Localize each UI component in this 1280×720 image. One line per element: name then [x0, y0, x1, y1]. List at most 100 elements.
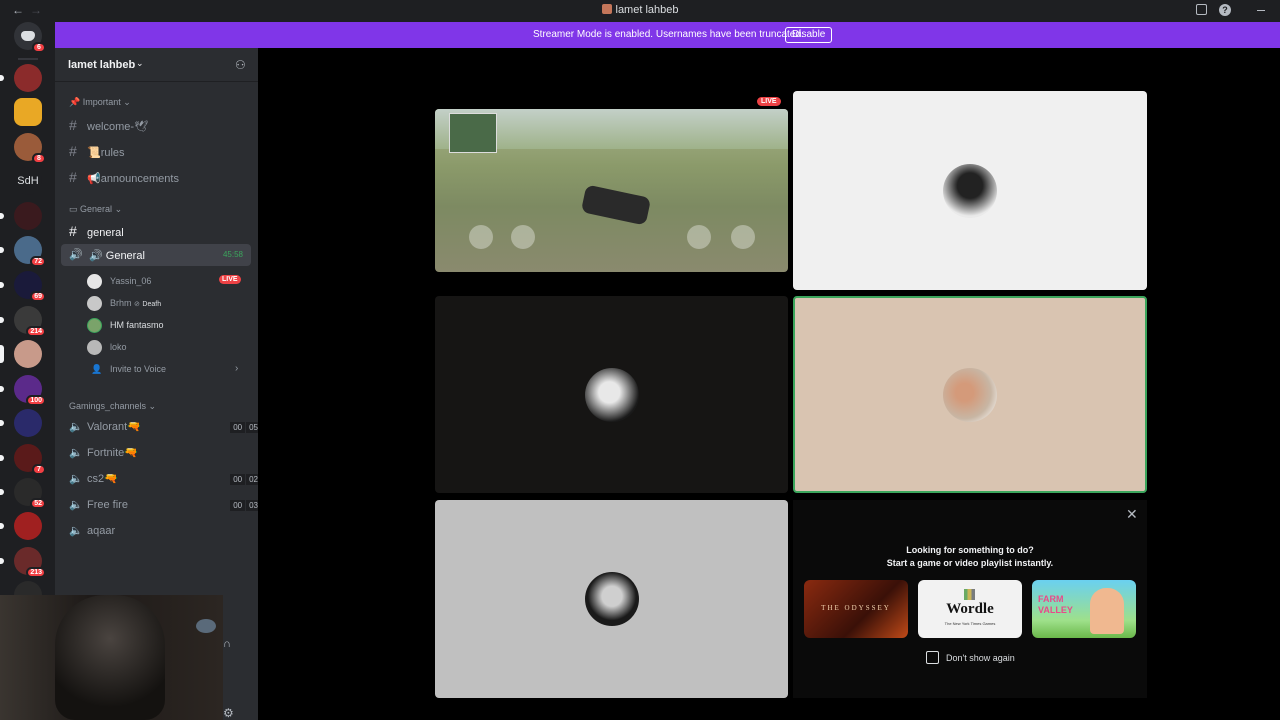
- window-title: lamet lahbeb: [0, 4, 1280, 16]
- close-icon[interactable]: ✕: [1126, 506, 1138, 523]
- server-badge: 52: [30, 498, 46, 509]
- inbox-icon[interactable]: [1196, 4, 1207, 15]
- unread-pill: [0, 489, 4, 495]
- channel-fortnite[interactable]: 🔈 Fortnite🔫: [69, 446, 138, 459]
- category-general[interactable]: ▭ General ⌄: [69, 204, 122, 215]
- deafened-icon: ⊘: [134, 301, 140, 308]
- channel-rules[interactable]: # 📜rules: [69, 143, 125, 159]
- channel-welcome[interactable]: # welcome-🕊: [69, 117, 148, 133]
- live-badge: LIVE: [757, 97, 781, 106]
- channel-general-text[interactable]: # general: [69, 223, 124, 239]
- participant-tile[interactable]: [435, 296, 788, 493]
- speaker-icon: 🔈: [69, 421, 83, 433]
- speaker-locked-icon: 🔈: [69, 525, 83, 537]
- pin-icon: 📌: [69, 97, 81, 107]
- server-divider: [18, 58, 38, 60]
- activity-card-wordle[interactable]: Wordle The New York Times Games: [918, 580, 1022, 638]
- channel-cs2[interactable]: 🔈 cs2🔫 00 02: [69, 472, 261, 485]
- participant-tile[interactable]: [435, 500, 788, 698]
- server-icon-6[interactable]: 72: [0, 236, 46, 267]
- unread-pill: [0, 247, 4, 253]
- participant-tile-speaking[interactable]: [793, 296, 1147, 493]
- activity-card-farm[interactable]: FARM VALLEY: [1032, 580, 1136, 638]
- category-gaming[interactable]: Gamings_channels ⌄: [69, 401, 156, 412]
- discord-logo-icon: [21, 31, 35, 41]
- avatar: [943, 163, 997, 218]
- settings-gear-icon[interactable]: ⚙: [223, 706, 234, 720]
- voice-channel-label: 🔊 General: [89, 250, 145, 262]
- minimize-icon[interactable]: [1257, 10, 1265, 11]
- server-icon-1[interactable]: [0, 64, 42, 92]
- server-header[interactable]: lamet lahbeb ⌄ ⚇: [55, 48, 258, 82]
- server-icon-10[interactable]: 100: [0, 375, 46, 406]
- game-control-crouch: [687, 225, 711, 249]
- headphones-icon[interactable]: ∩: [223, 638, 231, 650]
- unread-pill: [0, 386, 4, 392]
- server-emoji-icon: [601, 4, 612, 14]
- activity-subtitle: Start a game or video playlist instantly…: [886, 558, 1054, 568]
- server-badge: 69: [30, 291, 46, 302]
- chevron-down-icon: ⌄: [136, 58, 144, 68]
- server-icon-15[interactable]: 213: [0, 547, 46, 578]
- hash-icon: #: [69, 143, 77, 159]
- server-icon-5[interactable]: [0, 202, 42, 230]
- game-control-left: [469, 225, 493, 249]
- server-icon-2[interactable]: [14, 98, 42, 126]
- streamer-mode-message: Streamer Mode is enabled. Usernames have…: [533, 29, 804, 40]
- checkbox-label: Don't show again: [946, 653, 1015, 663]
- server-icon-3[interactable]: 8: [14, 133, 46, 164]
- hash-icon: #: [69, 117, 77, 133]
- server-icon-8[interactable]: 214: [0, 306, 46, 337]
- speaker-icon: 🔈: [69, 447, 83, 459]
- unread-pill: [0, 317, 4, 323]
- help-icon[interactable]: ?: [1219, 4, 1231, 16]
- selected-pill: [0, 345, 4, 363]
- disable-streamer-mode-button[interactable]: Disable: [785, 27, 833, 43]
- stream-tile[interactable]: [435, 109, 788, 272]
- server-icon-sdh[interactable]: SdH: [14, 167, 42, 195]
- server-icon-9[interactable]: [0, 340, 42, 368]
- server-icon-12[interactable]: 7: [0, 444, 46, 475]
- checkbox[interactable]: [926, 651, 939, 664]
- user-count: 00 05: [229, 422, 261, 433]
- chevron-right-icon: ›: [235, 363, 239, 374]
- category-important[interactable]: 📌 Important ⌄: [69, 97, 131, 108]
- avatar: [87, 318, 102, 333]
- avatar: [87, 296, 102, 311]
- user-count: 00 03: [229, 500, 261, 511]
- channel-announcements[interactable]: # 📢announcements: [69, 169, 179, 185]
- speaker-icon: 🔈: [69, 473, 83, 485]
- channel-aqaar[interactable]: 🔈 aqaar: [69, 524, 115, 537]
- participant-tile[interactable]: [793, 91, 1147, 290]
- streamer-mode-banner: Streamer Mode is enabled. Usernames have…: [55, 22, 1280, 48]
- channel-freefire[interactable]: 🔈 Free fire 00 03: [69, 498, 261, 511]
- server-badge: 72: [30, 256, 46, 267]
- game-subtitle: The New York Times Games: [944, 621, 996, 626]
- minimap: [449, 113, 497, 153]
- server-badge: 8: [32, 153, 46, 164]
- server-badge: 214: [26, 326, 46, 337]
- live-badge: LIVE: [219, 275, 241, 284]
- voice-call-area: LIVE ✕ Looking for something to do? Star…: [258, 48, 1280, 720]
- activity-card-odyssey[interactable]: THE ODYSSEY: [804, 580, 908, 638]
- channel-valorant[interactable]: 🔈 Valorant🔫 00 05: [69, 420, 261, 433]
- car: [580, 184, 652, 226]
- hash-icon: #: [69, 223, 77, 239]
- server-icon-7[interactable]: 69: [0, 271, 46, 302]
- keyboard-icon: ▭: [69, 204, 78, 214]
- discord-home-button[interactable]: 6: [14, 22, 46, 53]
- window-titlebar: ← → lamet lahbeb ?: [0, 0, 1280, 22]
- add-friend-icon[interactable]: ⚇: [235, 58, 246, 72]
- unread-pill: [0, 282, 4, 288]
- server-icon-13[interactable]: 52: [0, 478, 46, 509]
- hash-icon: #: [69, 169, 77, 185]
- webcam-person: [55, 595, 165, 720]
- activity-title: Looking for something to do?: [906, 545, 1034, 555]
- server-icon-14[interactable]: [0, 512, 42, 540]
- avatar: [943, 367, 997, 422]
- server-badge: 7: [32, 464, 46, 475]
- channel-general-voice[interactable]: 🔊 🔊 General 45:58: [61, 244, 251, 266]
- server-icon-11[interactable]: [0, 409, 42, 437]
- unread-pill: [0, 455, 4, 461]
- user-count: 00 02: [229, 474, 261, 485]
